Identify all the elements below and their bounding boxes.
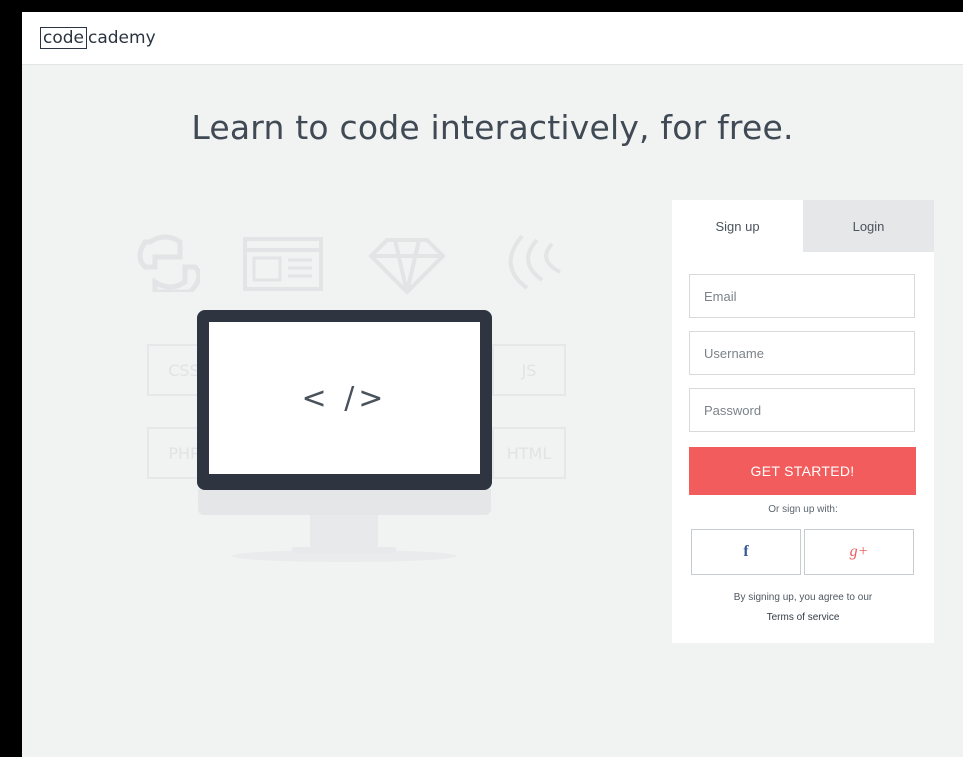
monitor-icon: < /> bbox=[197, 310, 492, 490]
html-label-box: HTML bbox=[492, 427, 566, 479]
js-label: JS bbox=[521, 360, 537, 380]
terms-of-service-link[interactable]: Terms of service bbox=[672, 608, 934, 628]
top-black-bar bbox=[0, 0, 963, 12]
page: code cademy Learn to code interactively,… bbox=[22, 12, 963, 757]
hero-illustration: CSS JS PHP HTML < /> bbox=[122, 232, 582, 572]
email-field[interactable] bbox=[689, 274, 915, 318]
logo-part-code: code bbox=[40, 27, 87, 49]
css-label: CSS bbox=[168, 360, 200, 380]
ruby-gem-icon bbox=[368, 238, 446, 295]
js-label-box: JS bbox=[492, 344, 566, 396]
password-field[interactable] bbox=[689, 388, 915, 432]
get-started-button[interactable]: GET STARTED! bbox=[689, 447, 916, 495]
tab-login[interactable]: Login bbox=[803, 200, 934, 252]
hero-headline: Learn to code interactively, for free. bbox=[191, 108, 794, 147]
codecademy-logo[interactable]: code cademy bbox=[40, 26, 156, 50]
google-plus-signup-button[interactable]: g+ bbox=[804, 529, 914, 575]
jquery-icon bbox=[508, 234, 561, 290]
google-plus-icon: g+ bbox=[849, 543, 869, 560]
username-field[interactable] bbox=[689, 331, 915, 375]
monitor-stand bbox=[310, 515, 378, 547]
site-header: code cademy bbox=[22, 12, 963, 65]
signup-panel: Sign up Login GET STARTED! Or sign up wi… bbox=[672, 200, 934, 643]
logo-part-cademy: cademy bbox=[88, 28, 156, 48]
html-label: HTML bbox=[506, 443, 552, 463]
signup-tabs: Sign up Login bbox=[672, 200, 934, 252]
python-icon bbox=[137, 234, 200, 292]
code-tag-glyph: < /> bbox=[301, 380, 388, 416]
monitor-stand-base bbox=[292, 547, 396, 553]
monitor-screen: < /> bbox=[209, 322, 480, 474]
tab-signup[interactable]: Sign up bbox=[672, 200, 803, 252]
html-document-icon bbox=[243, 237, 323, 291]
facebook-icon: f bbox=[743, 543, 749, 560]
php-label: PHP bbox=[168, 443, 200, 463]
terms-notice: By signing up, you agree to our Terms of… bbox=[672, 588, 934, 628]
facebook-signup-button[interactable]: f bbox=[691, 529, 801, 575]
or-sign-up-with-text: Or sign up with: bbox=[768, 504, 838, 515]
terms-text: By signing up, you agree to our bbox=[733, 592, 873, 603]
monitor-chin bbox=[198, 489, 491, 515]
